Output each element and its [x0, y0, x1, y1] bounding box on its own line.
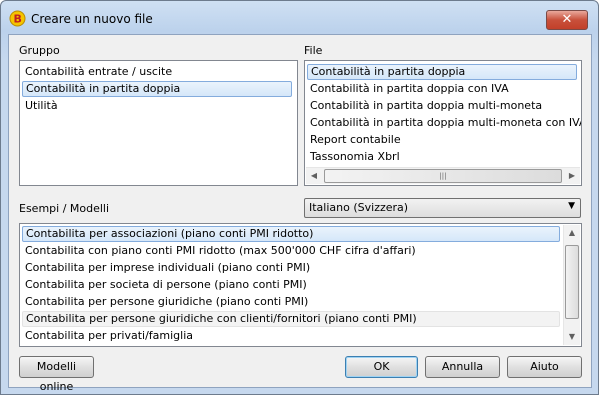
banana-app-icon: B [9, 10, 26, 27]
example-item-selected[interactable]: Contabilita per associazioni (piano cont… [22, 226, 560, 242]
file-horizontal-scrollbar[interactable]: ◀ ||| ▶ [306, 167, 580, 184]
example-item[interactable]: Contabilita per privati/famiglia [22, 328, 193, 344]
close-button[interactable]: ✕ [546, 10, 588, 30]
file-listbox[interactable]: Contabilità in partita doppia Contabilit… [304, 60, 582, 186]
file-item[interactable]: Tassonomia Xbrl [307, 149, 400, 165]
scroll-thumb[interactable]: ||| [324, 169, 562, 183]
file-item[interactable]: Contabilità in partita doppia con IVA [307, 81, 509, 97]
chevron-down-icon: ▼ [568, 201, 575, 211]
examples-vertical-scrollbar[interactable]: ▲ ▼ [563, 225, 580, 345]
group-item-selected[interactable]: Contabilità in partita doppia [22, 81, 292, 97]
example-item-hover[interactable]: Contabilita per persone giuridiche con c… [22, 311, 560, 327]
scroll-thumb[interactable] [565, 245, 579, 319]
scroll-left-icon[interactable]: ◀ [306, 168, 322, 184]
ok-button[interactable]: OK [345, 356, 418, 378]
dialog-body: Gruppo Contabilità entrate / uscite Cont… [8, 34, 592, 393]
language-select[interactable]: Italiano (Svizzera) ▼ [304, 198, 581, 218]
group-listbox[interactable]: Contabilità entrate / uscite Contabilità… [19, 60, 298, 186]
group-item[interactable]: Utilità [22, 98, 58, 114]
scroll-down-icon[interactable]: ▼ [564, 329, 580, 345]
group-label: Gruppo [19, 44, 60, 57]
online-templates-button[interactable]: Modelli online [19, 356, 94, 393]
language-select-value: Italiano (Svizzera) [309, 201, 409, 214]
file-item[interactable]: Report contabile [307, 132, 401, 148]
cancel-button[interactable]: Annulla [425, 356, 500, 378]
help-button[interactable]: Aiuto [507, 356, 582, 378]
scroll-right-icon[interactable]: ▶ [564, 168, 580, 184]
file-item-selected[interactable]: Contabilità in partita doppia [307, 64, 577, 80]
file-item[interactable]: Contabilità in partita doppia multi-mone… [307, 115, 581, 131]
dialog-window: B Creare un nuovo file ✕ Gruppo Contabil… [0, 0, 599, 395]
examples-label: Esempi / Modelli [19, 202, 110, 215]
scroll-up-icon[interactable]: ▲ [564, 225, 580, 241]
title-bar[interactable]: B Creare un nuovo file ✕ [1, 1, 598, 35]
example-item[interactable]: Contabilita per imprese individuali (pia… [22, 260, 310, 276]
window-title: Creare un nuovo file [31, 12, 153, 26]
example-item[interactable]: Contabilita per societa di persone (pian… [22, 277, 307, 293]
scroll-grip-icon: ||| [439, 172, 447, 180]
example-item[interactable]: Contabilita con piano conti PMI ridotto … [22, 243, 416, 259]
file-label: File [304, 44, 323, 57]
svg-text:B: B [14, 13, 22, 26]
example-item[interactable]: Contabilita per persone giuridiche (pian… [22, 294, 308, 310]
file-item[interactable]: Contabilità in partita doppia multi-mone… [307, 98, 542, 114]
examples-listbox[interactable]: Contabilita per associazioni (piano cont… [19, 223, 582, 347]
close-icon: ✕ [561, 12, 573, 27]
group-item[interactable]: Contabilità entrate / uscite [22, 64, 172, 80]
